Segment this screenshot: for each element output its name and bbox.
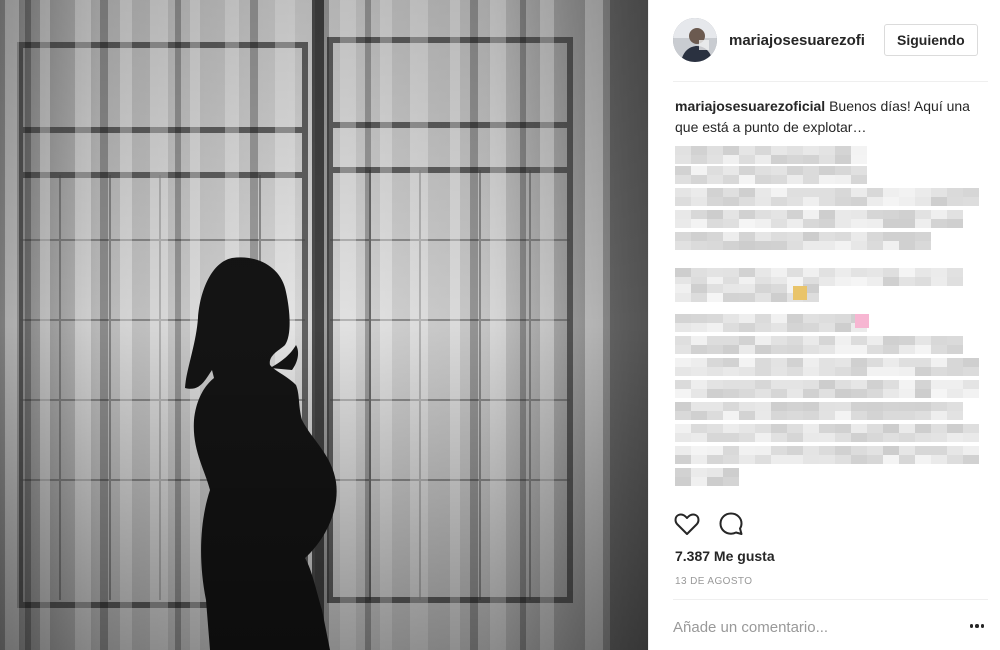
post-caption: mariajosesuarezoficial Buenos días! Aquí…	[675, 96, 985, 138]
pixelated-text-block	[675, 146, 979, 486]
avatar[interactable]	[673, 18, 717, 62]
author-username[interactable]: mariajosesuarezoficial	[729, 32, 864, 49]
pixelated-caption	[675, 146, 995, 496]
dot	[975, 624, 979, 628]
comment-input[interactable]	[673, 612, 943, 642]
comment-icon[interactable]	[717, 510, 745, 538]
post-date[interactable]: 13 de agosto	[675, 576, 752, 587]
post-photo[interactable]	[0, 0, 648, 650]
post-header: mariajosesuarezoficial Siguiendo	[649, 0, 1000, 80]
ellipsis-icon[interactable]	[967, 616, 987, 636]
likes-count[interactable]: 7.387 Me gusta	[675, 548, 775, 564]
post-actions	[673, 510, 745, 538]
caption-username[interactable]: mariajosesuarezoficial	[675, 98, 825, 114]
profile-photo-icon	[673, 18, 717, 62]
dot	[980, 624, 985, 628]
heart-icon[interactable]	[673, 510, 701, 538]
dot	[969, 624, 974, 628]
following-button[interactable]: Siguiendo	[884, 24, 978, 56]
header-divider	[673, 81, 988, 82]
photo-silhouette	[0, 0, 648, 650]
comment-divider	[673, 599, 988, 600]
post-side-panel: mariajosesuarezoficial Siguiendo mariajo…	[648, 0, 1000, 650]
